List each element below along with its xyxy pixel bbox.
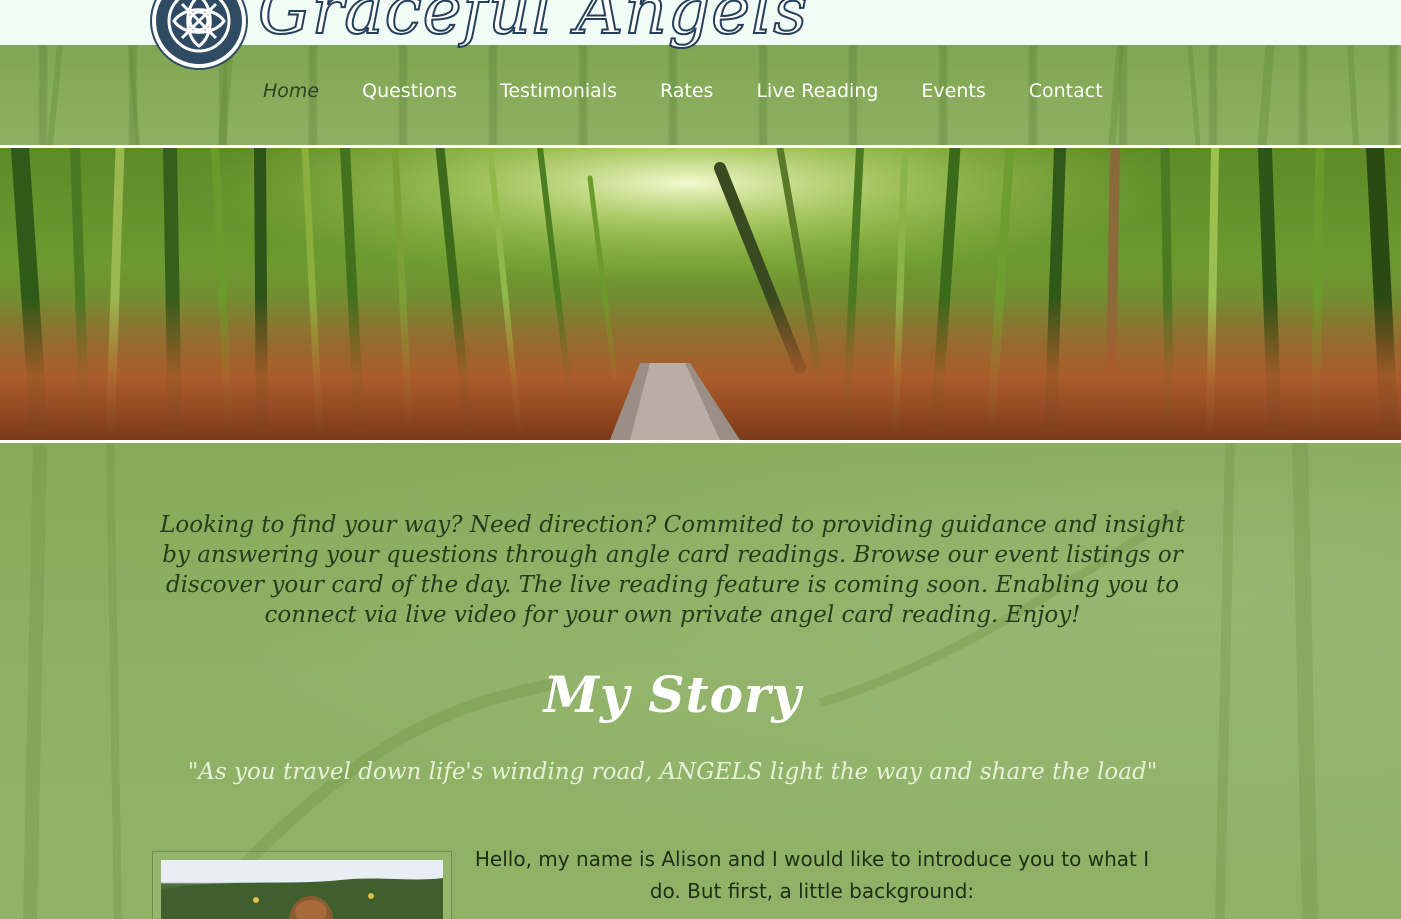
nav-item-rates[interactable]: Rates	[660, 80, 713, 102]
profile-photo-frame	[152, 851, 452, 919]
nav-item-live-reading[interactable]: Live Reading	[756, 80, 878, 102]
story-quote: "As you travel down life's winding road,…	[187, 759, 1158, 785]
profile-photo	[161, 860, 443, 919]
nav-item-questions[interactable]: Questions	[362, 80, 457, 102]
main-nav: Home Questions Testimonials Rates Live R…	[263, 80, 1146, 102]
site-logo-text[interactable]: Graceful Angels	[257, 0, 808, 50]
my-story-heading: My Story	[543, 665, 802, 724]
celtic-knot-logo-icon[interactable]	[152, 0, 246, 68]
nav-item-events[interactable]: Events	[921, 80, 985, 102]
intro-paragraph: Looking to find your way? Need direction…	[160, 512, 1185, 628]
nav-item-testimonials[interactable]: Testimonials	[500, 80, 617, 102]
main-content: Looking to find your way? Need direction…	[0, 443, 1401, 919]
hello-paragraph: Hello, my name is Alison and I would lik…	[474, 847, 1150, 903]
nav-item-home[interactable]: Home	[263, 80, 319, 102]
nav-item-contact[interactable]: Contact	[1029, 80, 1103, 102]
hero-bamboo-forest-image	[0, 148, 1401, 440]
